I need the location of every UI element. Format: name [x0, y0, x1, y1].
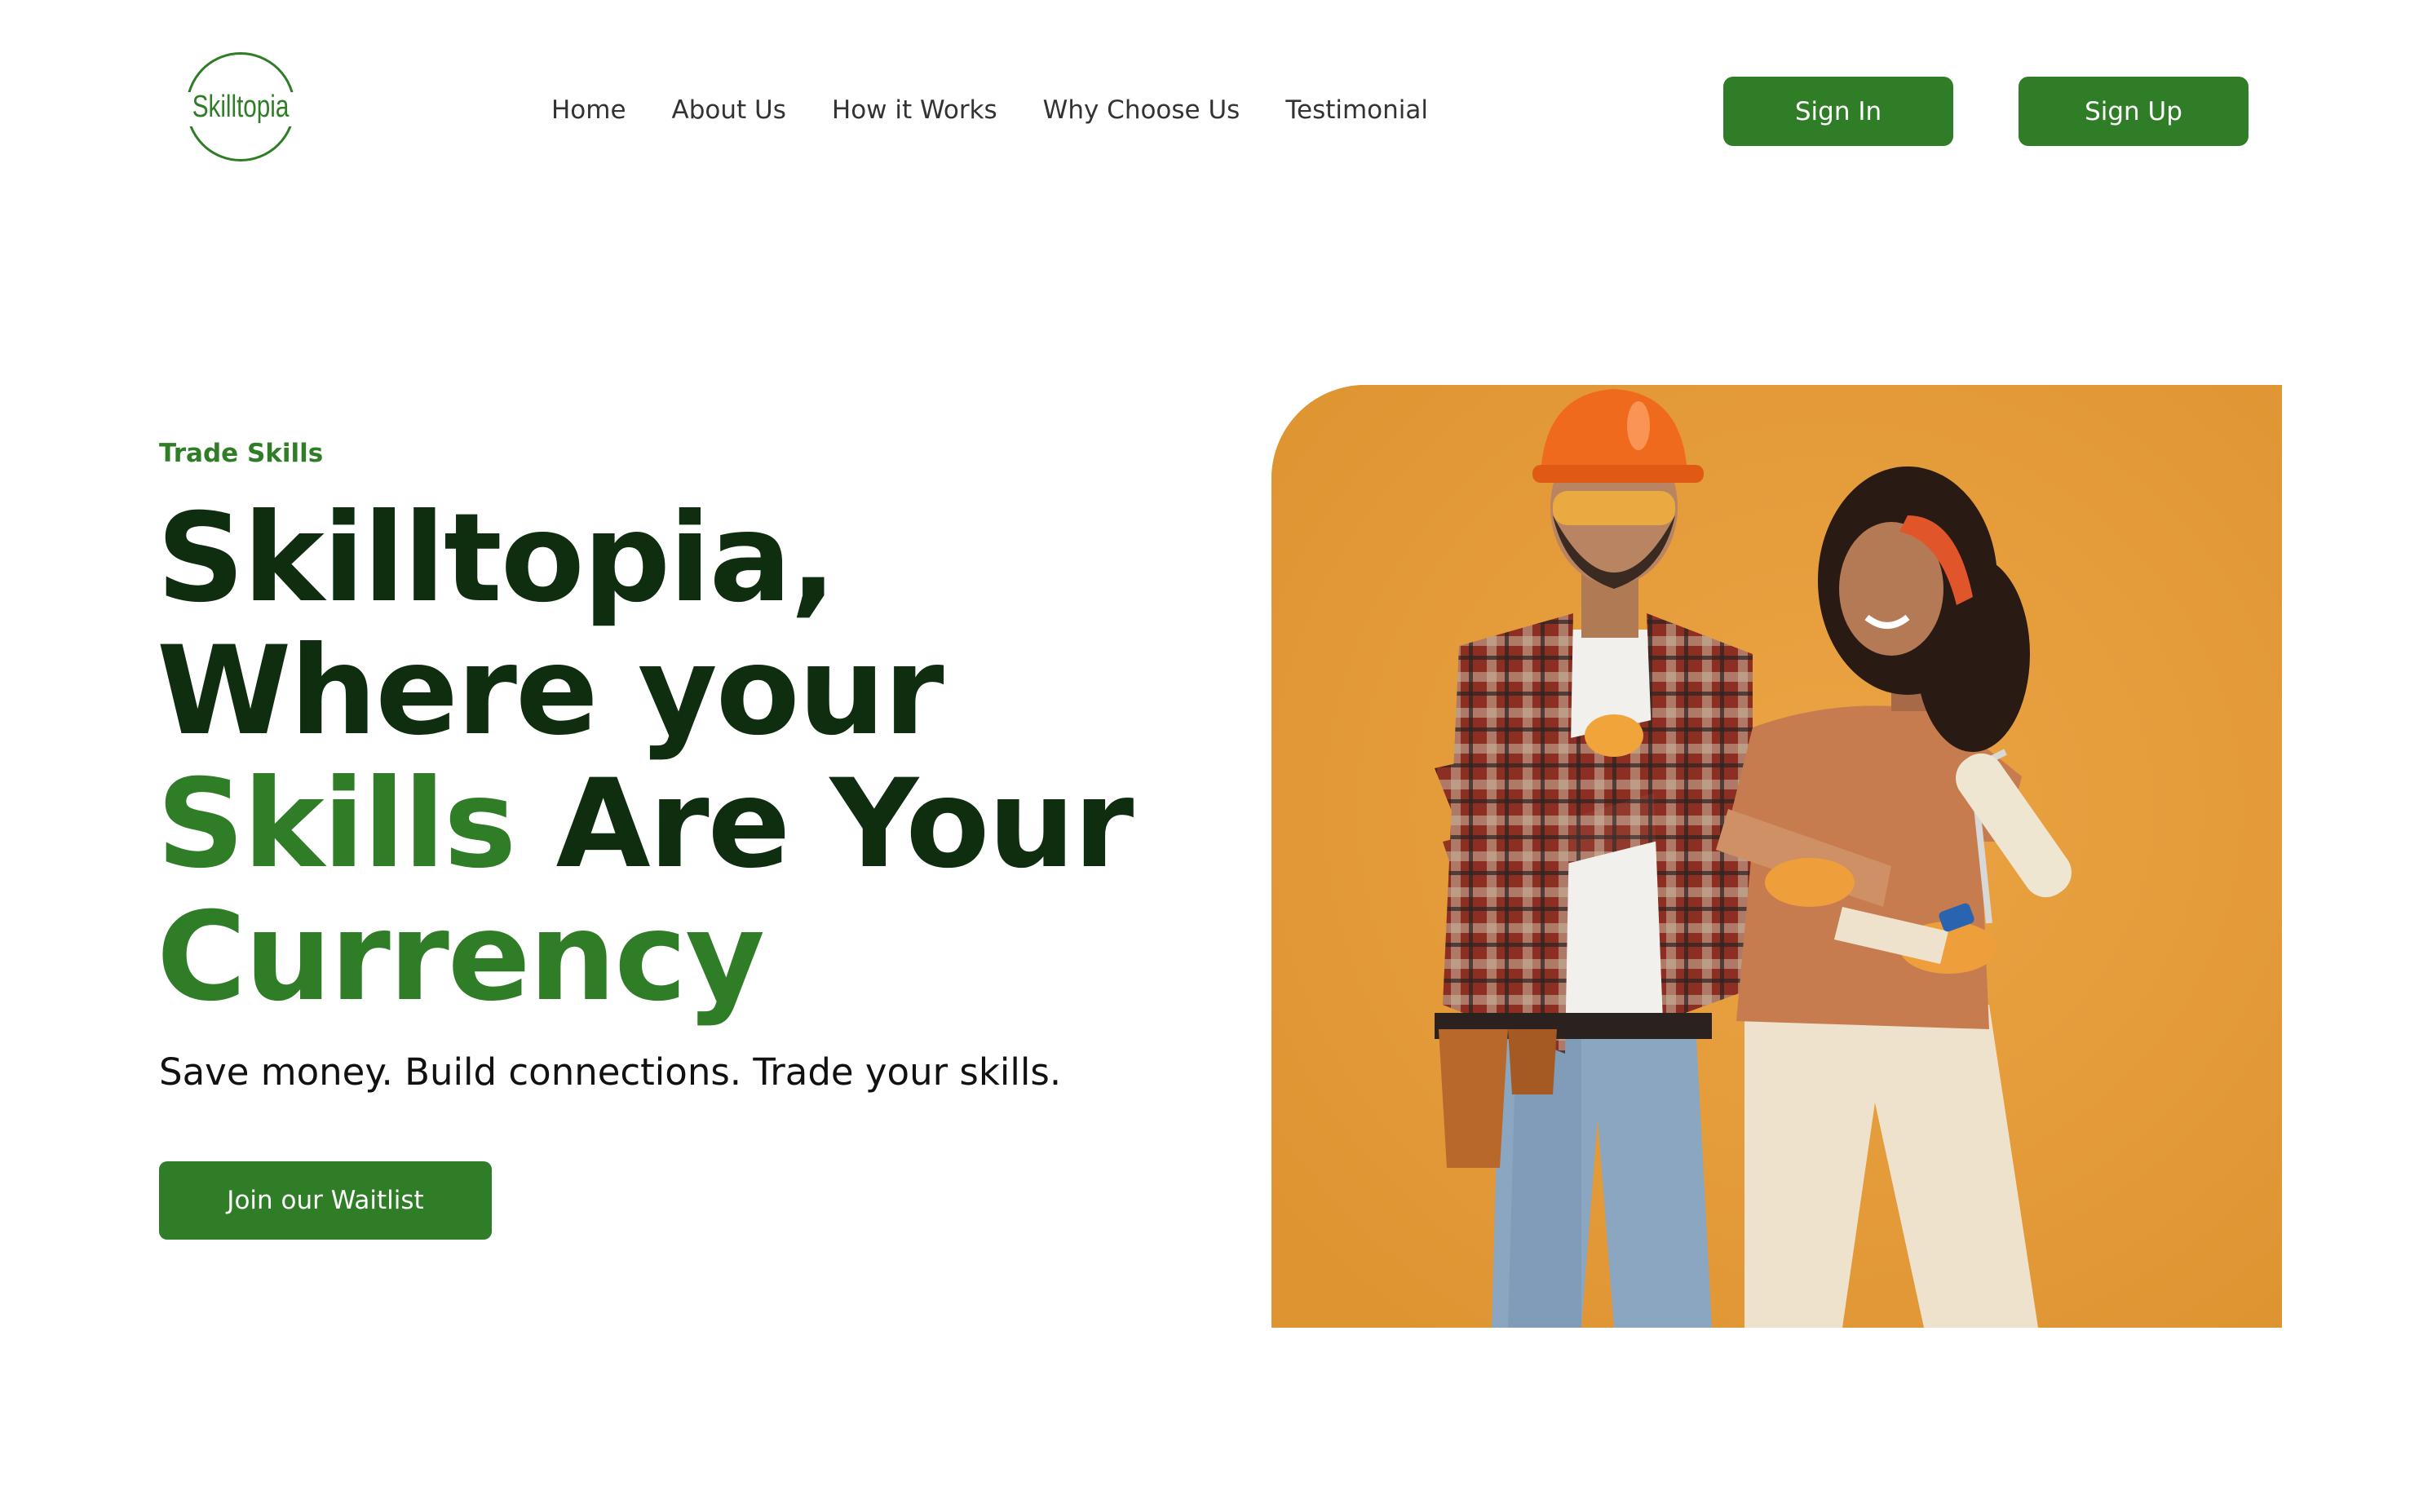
- nav-item-testimonial[interactable]: Testimonial: [1285, 91, 1428, 130]
- nav-item-about-us[interactable]: About Us: [672, 91, 786, 130]
- sign-in-button[interactable]: Sign In: [1723, 77, 1953, 146]
- skilltopia-logo[interactable]: Skilltopia: [184, 52, 298, 161]
- main-nav: Home About Us How it Works Why Choose Us…: [551, 91, 1428, 130]
- hero-photo-tradespeople: [1271, 385, 2282, 1328]
- join-waitlist-button[interactable]: Join our Waitlist: [159, 1161, 492, 1240]
- headline-accent-currency: Currency: [157, 886, 765, 1028]
- sign-up-button[interactable]: Sign Up: [2019, 77, 2248, 146]
- tradespeople-illustration: [1271, 385, 2282, 1328]
- landing-page: Skilltopia Home About Us How it Works Wh…: [0, 0, 2432, 1512]
- hero-subtitle: Save money. Build connections. Trade you…: [159, 1050, 1062, 1094]
- headline-line-3: Skills Are Your: [157, 758, 1134, 891]
- nav-item-how-it-works[interactable]: How it Works: [832, 91, 997, 130]
- headline-line-2: Where your: [157, 621, 944, 763]
- headline-accent-skills: Skills: [157, 754, 516, 895]
- logo-text: Skilltopia: [192, 89, 290, 124]
- nav-item-home[interactable]: Home: [551, 91, 626, 130]
- headline-line-1: Skilltopia,: [157, 488, 837, 630]
- hero-headline: Skilltopia, Where your Skills Are Your C…: [157, 488, 1134, 1028]
- headline-line-3-rest: Are Your: [515, 754, 1134, 895]
- hero-eyebrow: Trade Skills: [159, 439, 324, 468]
- nav-item-why-choose-us[interactable]: Why Choose Us: [1043, 91, 1240, 130]
